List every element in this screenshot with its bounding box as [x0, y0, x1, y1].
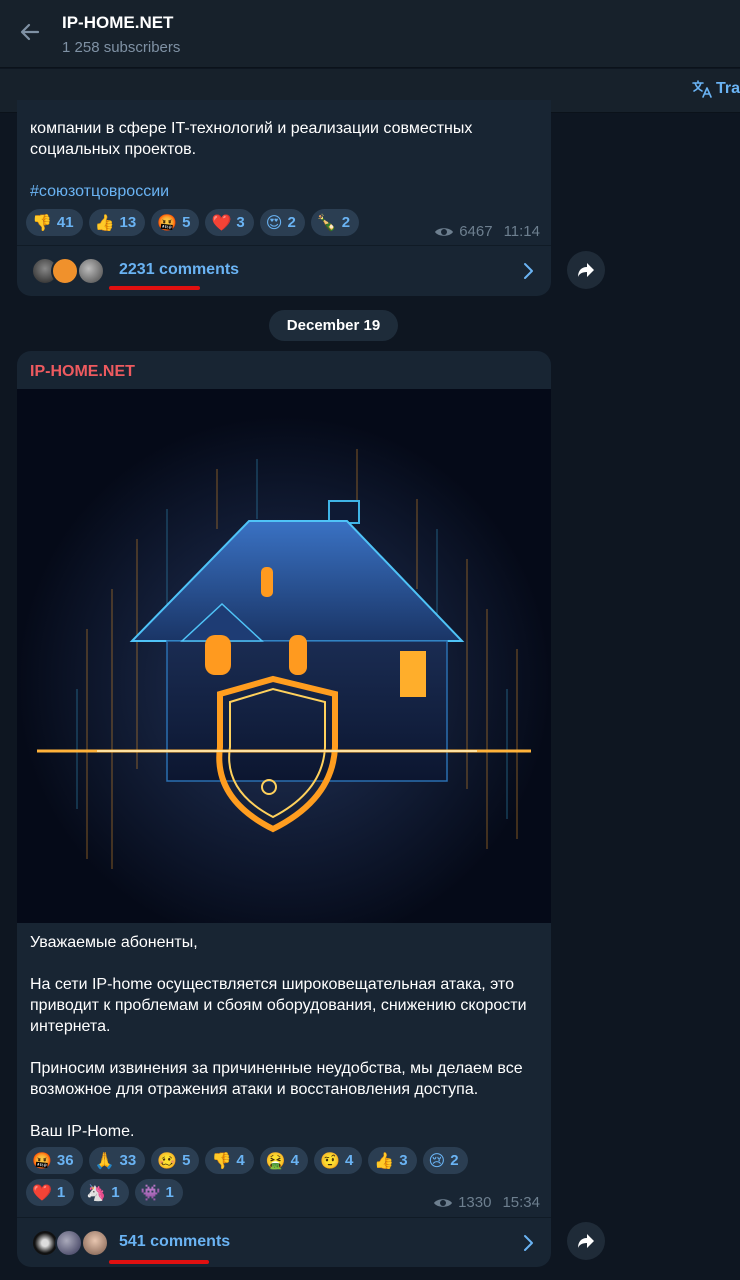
reaction-pill[interactable]: ❤️ 3 [205, 209, 254, 236]
channel-title[interactable]: IP-HOME.NET [62, 13, 173, 33]
hashtag-link[interactable]: #союзотцовроссии [30, 183, 169, 201]
eye-icon [434, 1198, 453, 1207]
message-bubble: IP-HOME.NET Уважаемые абоненты, На сети … [17, 351, 551, 1267]
reaction-count: 4 [236, 1152, 245, 1169]
reaction-pill[interactable]: 🤮 4 [259, 1147, 309, 1174]
reaction-count: 5 [182, 1152, 191, 1169]
translate-button[interactable]: Tra [691, 79, 740, 99]
reaction-pill[interactable]: 👾 1 [134, 1179, 183, 1206]
message-text: компании в сфере IT-технологий и реализа… [30, 120, 473, 158]
message-time: 11:14 [503, 223, 540, 240]
reaction-emoji: 😍 [265, 212, 283, 232]
reaction-count: 13 [119, 214, 137, 231]
sender-name[interactable]: IP-HOME.NET [30, 363, 135, 381]
reaction-emoji: 🥴 [157, 1150, 178, 1170]
reaction-emoji: 🙏 [94, 1150, 115, 1170]
reaction-count: 1 [165, 1184, 174, 1201]
reaction-pill[interactable]: 👍 3 [368, 1147, 417, 1174]
reaction-pill[interactable]: 😍 2 [259, 209, 305, 236]
reaction-count: 2 [450, 1152, 459, 1169]
message-meta: 1330 15:34 [433, 1194, 540, 1211]
reaction-pill[interactable]: 🦄 1 [80, 1179, 129, 1206]
eye-icon [435, 227, 454, 236]
chat-header: IP-HOME.NET 1 258 subscribers [0, 0, 740, 68]
reaction-count: 1 [111, 1184, 120, 1201]
reaction-emoji: 👍 [374, 1150, 395, 1170]
reaction-pill[interactable]: 🤬 36 [26, 1147, 83, 1174]
reaction-count: 1 [56, 1184, 66, 1201]
reaction-count: 4 [290, 1152, 300, 1169]
reaction-pill[interactable]: 😢 2 [422, 1147, 468, 1174]
share-arrow-icon [578, 1234, 594, 1248]
reaction-count: 4 [344, 1152, 354, 1169]
reaction-pill[interactable]: 🥴 5 [151, 1147, 200, 1174]
reaction-pill[interactable]: 🤬 5 [151, 209, 200, 236]
back-arrow-icon[interactable] [18, 20, 42, 44]
reaction-count: 2 [287, 214, 296, 231]
reaction-emoji: 🍾 [316, 212, 337, 232]
comments-count[interactable]: 2231 comments [119, 261, 239, 279]
avatar [77, 257, 105, 285]
translate-icon [692, 80, 712, 98]
reaction-pill[interactable]: 👍 13 [88, 209, 146, 236]
reaction-pill[interactable]: 👎 41 [26, 209, 83, 236]
reaction-count: 3 [236, 214, 245, 231]
commenter-avatars [31, 1229, 111, 1259]
reactions-row: 👎 41 👍 13 🤬 5 ❤️ 3 😍 2 🍾 2 [26, 209, 496, 236]
reaction-emoji: 🤮 [265, 1150, 286, 1170]
message-paragraph: Уважаемые абоненты, [30, 934, 198, 951]
share-button[interactable] [567, 1222, 605, 1260]
comments-button[interactable]: 541 comments [17, 1217, 551, 1267]
reaction-emoji: 🤨 [320, 1150, 340, 1170]
reaction-pill[interactable]: 🙏 33 [88, 1147, 146, 1174]
avatar [81, 1229, 109, 1257]
reaction-pill[interactable]: ❤️ 1 [26, 1179, 75, 1206]
comments-count[interactable]: 541 comments [119, 1233, 230, 1251]
post-image[interactable] [17, 389, 551, 923]
message-time: 15:34 [502, 1194, 540, 1211]
translate-label: Tra [716, 80, 740, 97]
message-paragraph: Приносим извинения за причиненные неудоб… [30, 1060, 523, 1098]
reaction-pill[interactable]: 👎 4 [205, 1147, 254, 1174]
view-count: 6467 [459, 223, 493, 240]
share-arrow-icon [578, 263, 594, 277]
reactions-row: 🤬 36 🙏 33 🥴 5 👎 4 🤮 4 🤨 4 👍 3 😢 2 ❤️ 1 🦄 1 👾 1 [26, 1147, 496, 1206]
house-shield-illustration [17, 389, 551, 923]
annotation-underline [109, 286, 200, 290]
reaction-emoji: 😢 [428, 1150, 446, 1170]
reaction-emoji: ❤️ [211, 212, 232, 232]
reaction-count: 36 [56, 1152, 74, 1169]
reaction-count: 33 [119, 1152, 137, 1169]
share-button[interactable] [567, 251, 605, 289]
reaction-count: 5 [182, 214, 191, 231]
message-paragraph: На сети IP-home осуществляется широковещ… [30, 976, 527, 1035]
reaction-pill[interactable]: 🤨 4 [314, 1147, 363, 1174]
comments-button[interactable]: 2231 comments [17, 245, 551, 295]
reaction-emoji: 👾 [140, 1182, 161, 1202]
date-separator: December 19 [269, 310, 398, 341]
reaction-emoji: 👍 [94, 212, 115, 232]
avatar [51, 257, 79, 285]
reaction-emoji: 👎 [32, 212, 52, 232]
message-meta: 6467 11:14 [434, 223, 540, 240]
commenter-avatars [31, 257, 111, 287]
reaction-count: 2 [341, 214, 351, 231]
message-bubble: компании в сфере IT-технологий и реализа… [17, 100, 551, 296]
view-count: 1330 [458, 1194, 492, 1211]
reaction-emoji: 🦄 [86, 1182, 107, 1202]
chevron-right-icon [524, 263, 533, 279]
reaction-count: 41 [56, 214, 74, 231]
reaction-emoji: ❤️ [32, 1182, 52, 1202]
reaction-emoji: 🤬 [32, 1150, 52, 1170]
avatar [55, 1229, 83, 1257]
reaction-count: 3 [399, 1152, 408, 1169]
reaction-pill[interactable]: 🍾 2 [310, 209, 360, 236]
chevron-right-icon [524, 1235, 533, 1251]
message-paragraph: Ваш IP-Home. [30, 1123, 135, 1140]
subscriber-count: 1 258 subscribers [62, 39, 181, 56]
reaction-emoji: 👎 [211, 1150, 232, 1170]
reaction-emoji: 🤬 [157, 212, 178, 232]
annotation-underline [109, 1260, 209, 1264]
